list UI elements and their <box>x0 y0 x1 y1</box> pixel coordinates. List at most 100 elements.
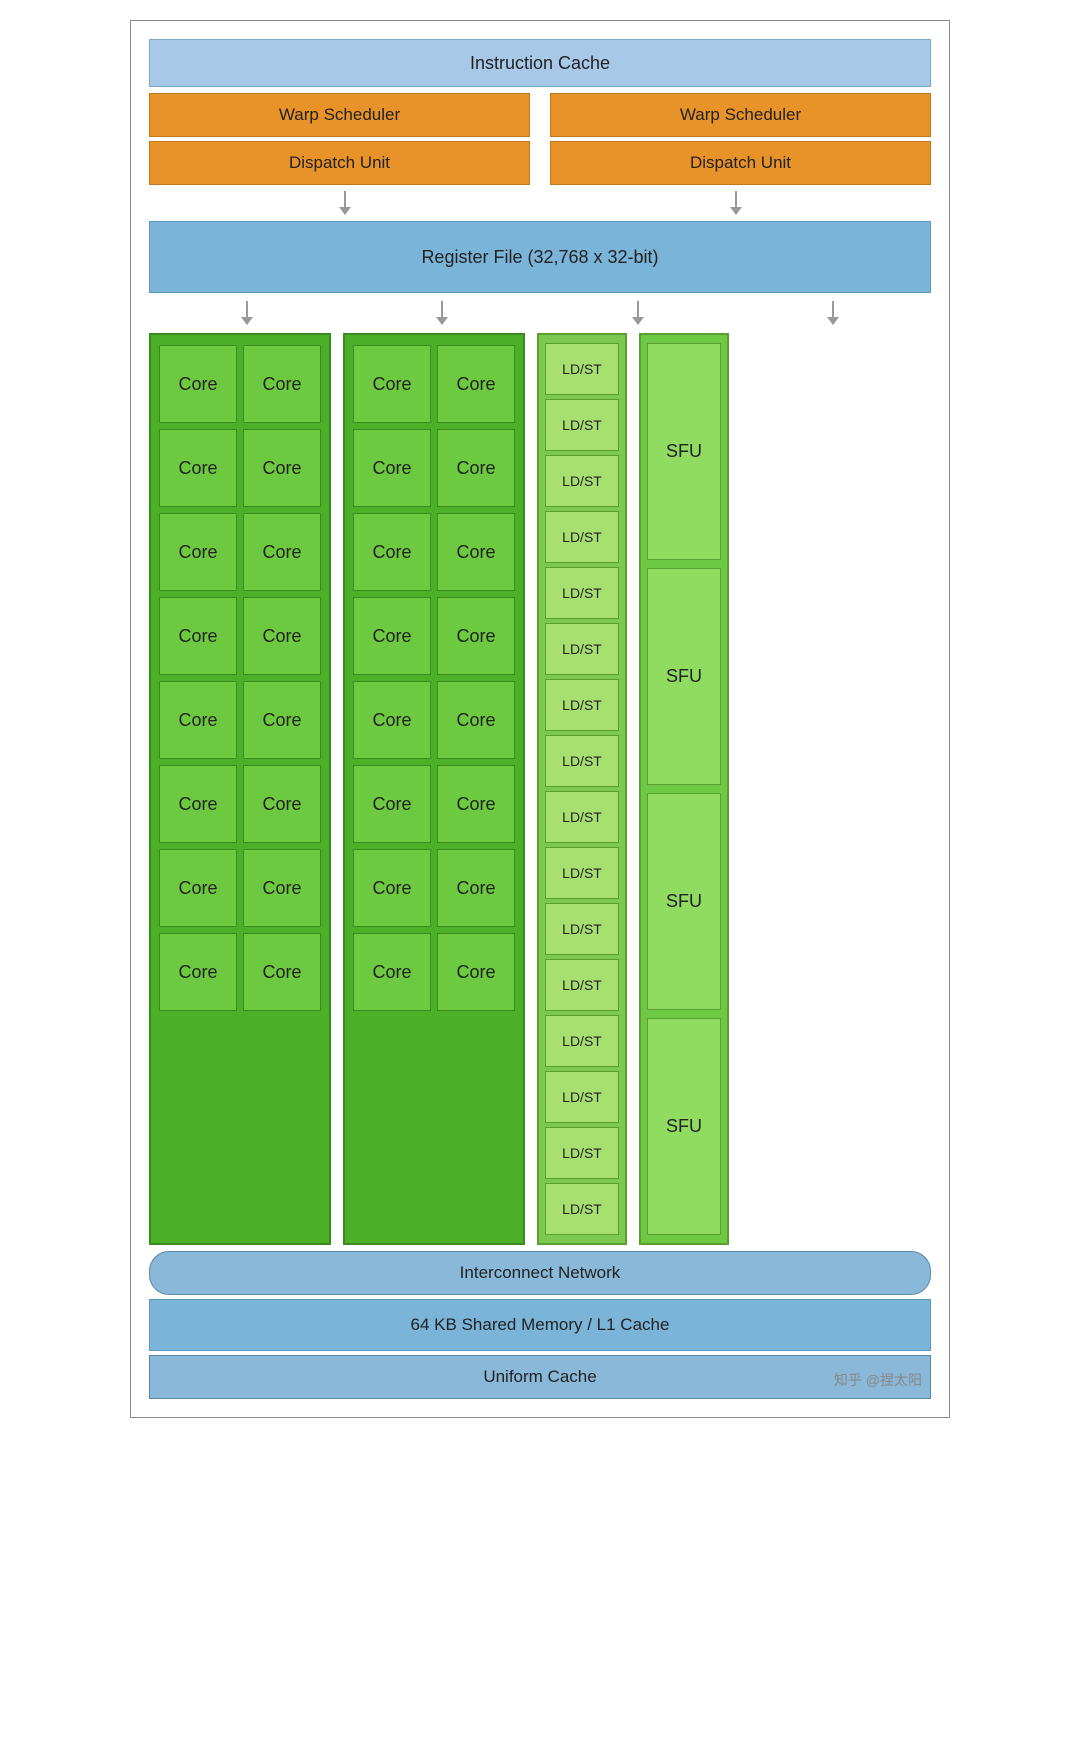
dispatch-unit-1: Dispatch Unit <box>149 141 530 185</box>
arrow-5 <box>632 301 644 325</box>
core-1-8: Core <box>243 597 321 675</box>
register-file-label: Register File (32,768 x 32-bit) <box>421 247 658 268</box>
core-1-14: Core <box>243 849 321 927</box>
core-1-5: Core <box>159 513 237 591</box>
sfu-2: SFU <box>647 568 721 785</box>
instruction-cache-label: Instruction Cache <box>470 53 610 74</box>
core-row-1-3: Core Core <box>159 513 321 591</box>
core-row-2-8: Core Core <box>353 933 515 1011</box>
core-2-15: Core <box>353 933 431 1011</box>
shared-memory-label: 64 KB Shared Memory / L1 Cache <box>411 1315 670 1335</box>
arrow-6 <box>827 301 839 325</box>
dispatch-unit-row: Dispatch Unit Dispatch Unit <box>149 141 931 185</box>
core-group-1: Core Core Core Core Core Core Core Core … <box>149 333 331 1245</box>
ldst-7: LD/ST <box>545 679 619 731</box>
core-2-16: Core <box>437 933 515 1011</box>
sfu-4: SFU <box>647 1018 721 1235</box>
core-2-7: Core <box>353 597 431 675</box>
warp-scheduler-row: Warp Scheduler Warp Scheduler <box>149 93 931 137</box>
core-2-2: Core <box>437 345 515 423</box>
core-row-2-3: Core Core <box>353 513 515 591</box>
core-1-2: Core <box>243 345 321 423</box>
ldst-1: LD/ST <box>545 343 619 395</box>
core-2-4: Core <box>437 429 515 507</box>
core-2-5: Core <box>353 513 431 591</box>
core-1-11: Core <box>159 765 237 843</box>
core-2-8: Core <box>437 597 515 675</box>
core-1-1: Core <box>159 345 237 423</box>
warp-scheduler-2: Warp Scheduler <box>550 93 931 137</box>
ldst-group: LD/ST LD/ST LD/ST LD/ST LD/ST LD/ST LD/S… <box>537 333 627 1245</box>
core-row-1-1: Core Core <box>159 345 321 423</box>
ldst-15: LD/ST <box>545 1127 619 1179</box>
ldst-9: LD/ST <box>545 791 619 843</box>
ldst-6: LD/ST <box>545 623 619 675</box>
dispatch-unit-2: Dispatch Unit <box>550 141 931 185</box>
ldst-13: LD/ST <box>545 1015 619 1067</box>
core-2-9: Core <box>353 681 431 759</box>
core-1-4: Core <box>243 429 321 507</box>
core-1-15: Core <box>159 933 237 1011</box>
instruction-cache-block: Instruction Cache <box>149 39 931 87</box>
sfu-3: SFU <box>647 793 721 1010</box>
interconnect-label: Interconnect Network <box>460 1263 621 1283</box>
ldst-3: LD/ST <box>545 455 619 507</box>
arrows-register-to-units <box>149 299 931 327</box>
core-1-12: Core <box>243 765 321 843</box>
core-row-2-7: Core Core <box>353 849 515 927</box>
core-1-13: Core <box>159 849 237 927</box>
sfu-1: SFU <box>647 343 721 560</box>
core-row-2-2: Core Core <box>353 429 515 507</box>
core-2-14: Core <box>437 849 515 927</box>
core-1-3: Core <box>159 429 237 507</box>
ldst-11: LD/ST <box>545 903 619 955</box>
ldst-4: LD/ST <box>545 511 619 563</box>
core-2-12: Core <box>437 765 515 843</box>
uniform-cache-block: Uniform Cache <box>149 1355 931 1399</box>
core-row-1-5: Core Core <box>159 681 321 759</box>
ldst-14: LD/ST <box>545 1071 619 1123</box>
ldst-12: LD/ST <box>545 959 619 1011</box>
watermark: 知乎 @捏太阳 <box>834 1370 922 1390</box>
core-row-1-7: Core Core <box>159 849 321 927</box>
arrow-3 <box>241 301 253 325</box>
core-row-2-5: Core Core <box>353 681 515 759</box>
core-2-10: Core <box>437 681 515 759</box>
core-row-1-6: Core Core <box>159 765 321 843</box>
core-2-3: Core <box>353 429 431 507</box>
core-row-1-4: Core Core <box>159 597 321 675</box>
shared-memory-block: 64 KB Shared Memory / L1 Cache <box>149 1299 931 1351</box>
core-group-2: Core Core Core Core Core Core Core Core … <box>343 333 525 1245</box>
core-row-1-8: Core Core <box>159 933 321 1011</box>
core-1-16: Core <box>243 933 321 1011</box>
ldst-8: LD/ST <box>545 735 619 787</box>
ldst-10: LD/ST <box>545 847 619 899</box>
core-1-10: Core <box>243 681 321 759</box>
core-row-2-1: Core Core <box>353 345 515 423</box>
core-2-11: Core <box>353 765 431 843</box>
core-row-2-6: Core Core <box>353 765 515 843</box>
interconnect-block: Interconnect Network <box>149 1251 931 1295</box>
functional-units-row: Core Core Core Core Core Core Core Core … <box>149 333 931 1245</box>
arrows-dispatch-to-register <box>149 189 931 217</box>
uniform-cache-label: Uniform Cache <box>483 1367 596 1387</box>
core-1-6: Core <box>243 513 321 591</box>
diagram-container: Instruction Cache Warp Scheduler Warp Sc… <box>130 20 950 1418</box>
arrow-1 <box>339 191 351 215</box>
core-row-2-4: Core Core <box>353 597 515 675</box>
arrow-2 <box>730 191 742 215</box>
ldst-2: LD/ST <box>545 399 619 451</box>
ldst-16: LD/ST <box>545 1183 619 1235</box>
core-1-7: Core <box>159 597 237 675</box>
diagram-wrapper: Instruction Cache Warp Scheduler Warp Sc… <box>130 20 950 1418</box>
core-2-13: Core <box>353 849 431 927</box>
core-2-1: Core <box>353 345 431 423</box>
arrow-4 <box>436 301 448 325</box>
register-file-block: Register File (32,768 x 32-bit) <box>149 221 931 293</box>
sfu-group: SFU SFU SFU SFU <box>639 333 729 1245</box>
ldst-5: LD/ST <box>545 567 619 619</box>
core-2-6: Core <box>437 513 515 591</box>
warp-scheduler-1: Warp Scheduler <box>149 93 530 137</box>
core-1-9: Core <box>159 681 237 759</box>
core-row-1-2: Core Core <box>159 429 321 507</box>
